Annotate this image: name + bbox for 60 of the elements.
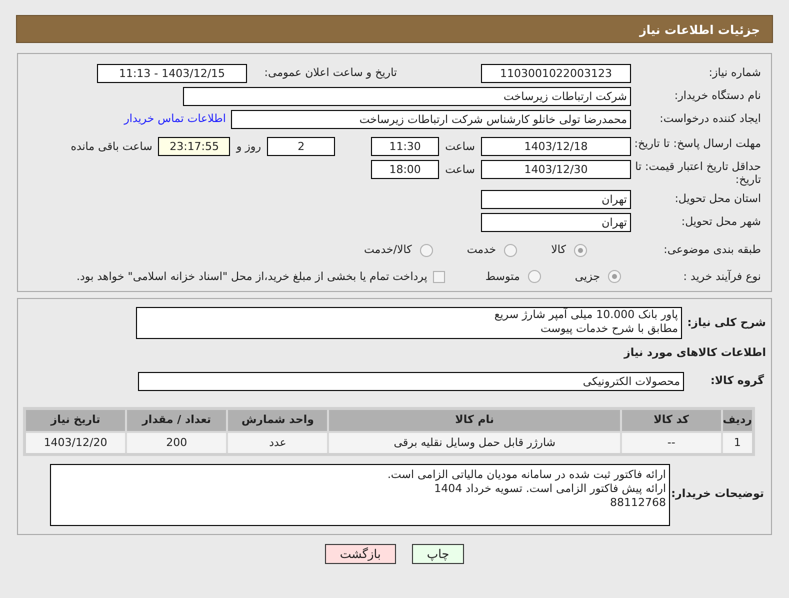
radio-button[interactable] (504, 244, 518, 257)
column-header: کد کالا (620, 408, 722, 432)
checkbox[interactable] (433, 270, 446, 283)
field-label: شرح کلی نیاز: (686, 315, 766, 331)
section-title: اطلاعات کالاهای مورد نیاز (622, 345, 766, 361)
column-header: ردیف (722, 408, 754, 432)
table-cell: 1 (722, 432, 754, 454)
column-header: واحد شمارش (227, 408, 328, 432)
field-label: مهلت ارسال پاسخ: تا تاریخ: (633, 137, 761, 150)
table-cell: عدد (227, 432, 328, 454)
field-label: توضیحات خریدار: (670, 486, 765, 502)
print-button[interactable]: چاپ (412, 544, 464, 564)
column-header: تعداد / مقدار (126, 408, 228, 432)
value-field: 1403/12/30 (481, 160, 631, 179)
value-field: محصولات الکترونیکی (138, 372, 684, 390)
field-label: روز و (234, 139, 262, 155)
field-label: شهر محل تحویل: (680, 214, 761, 230)
radio-label: کالا/خدمت (364, 242, 412, 258)
field-label: ساعت (444, 162, 476, 178)
page-header: جزئیات اطلاعات نیاز (16, 15, 773, 43)
field-label: حداقل تاریخ اعتبار قیمت: تا تاریخ: (634, 160, 761, 186)
field-label: نام دستگاه خریدار: (673, 88, 761, 104)
field-label: ساعت (444, 139, 476, 155)
value-field: محمدرضا تولی خانلو کارشناس شرکت ارتباطات زیرساخت (231, 110, 631, 129)
description-textarea[interactable]: پاور بانک 10.000 میلی آمپر شارژ سریع مطابق با شرح خدمات پیوست (136, 307, 682, 339)
table-cell: شارژر قابل حمل وسایل نقلیه برقی (328, 432, 621, 454)
field-label: نوع فرآیند خرید : (682, 268, 761, 285)
value-field: 2 (267, 137, 336, 156)
radio-button[interactable] (528, 270, 541, 284)
contact-link[interactable]: اطلاعات تماس خریدار (124, 111, 226, 128)
field-label: طبقه بندی موضوعی: (662, 242, 761, 258)
value-field: 1103001022003123 (481, 64, 631, 83)
radio-label: متوسط (485, 268, 520, 285)
column-header: نام کالا (328, 408, 621, 432)
radio-button[interactable] (608, 270, 621, 284)
field-label: گروه کالا: (709, 372, 765, 389)
field-label: استان محل تحویل: (674, 191, 761, 208)
value-field: 11:30 (371, 137, 440, 156)
value-field: 1403/12/18 (481, 137, 631, 156)
field-label: ساعت باقی مانده (70, 139, 154, 155)
radio-label: خدمت (466, 242, 496, 258)
value-field: تهران (481, 190, 631, 209)
radio-label: جزیی (574, 268, 600, 285)
remaining-time-field: 23:17:55 (158, 137, 230, 156)
value-field: شرکت ارتباطات زیرساخت (183, 87, 631, 106)
radio-label: کالا (551, 242, 566, 258)
field-label: تاریخ و ساعت اعلان عمومی: (263, 65, 397, 82)
field-label: شماره نیاز: (708, 65, 761, 82)
back-button[interactable]: بازگشت (324, 544, 396, 564)
value-field: 18:00 (371, 160, 440, 179)
column-header: تاریخ نیاز (24, 408, 126, 432)
table-cell: -- (620, 432, 722, 454)
checkbox-label: پرداخت تمام یا بخشی از مبلغ خرید،از محل "اسناد خزانه اسلامی" خواهد بود. (76, 268, 428, 285)
radio-button[interactable] (574, 244, 587, 257)
field-label: ایجاد کننده درخواست: (658, 111, 761, 128)
value-field: تهران (481, 213, 631, 232)
table-cell: 200 (126, 432, 228, 454)
table-cell: 1403/12/20 (24, 432, 126, 454)
radio-button[interactable] (420, 244, 433, 257)
value-field: 1403/12/15 - 11:13 (97, 64, 247, 83)
